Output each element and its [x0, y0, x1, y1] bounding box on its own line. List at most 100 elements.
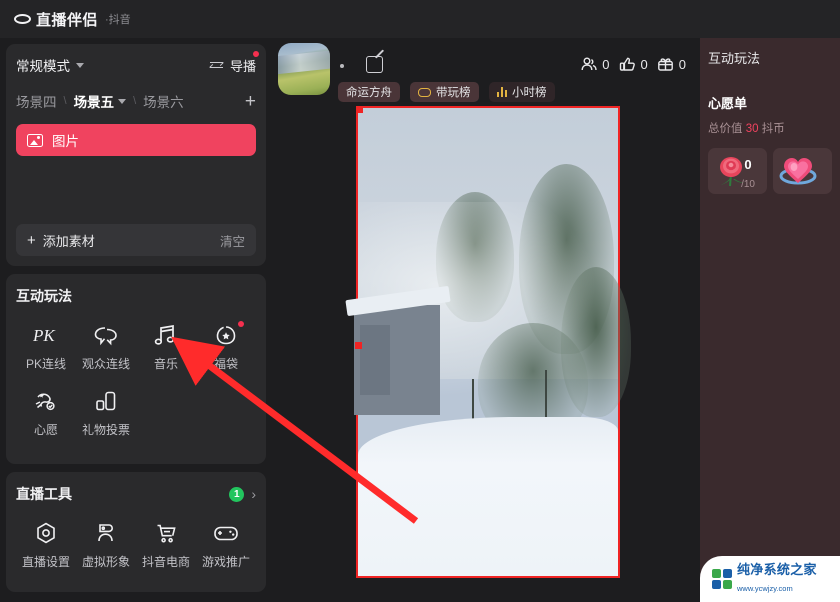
watermark-name: 纯净系统之家: [737, 562, 817, 578]
scene-panel: 常规模式 导播 场景四 \ 场景五 \ 场景六 + 图片 + 添加素材 清空: [6, 44, 266, 266]
tool-item-ecommerce[interactable]: 抖音电商: [136, 520, 196, 570]
wish-icon: [33, 388, 59, 414]
audience-link-icon: [93, 322, 119, 348]
play-item-music[interactable]: 音乐: [136, 322, 196, 372]
mode-row: 常规模式 导播: [16, 50, 259, 76]
image-icon: [27, 133, 43, 147]
chevron-right-icon: ›: [251, 486, 256, 502]
scene-tabs: 场景四 \ 场景五 \ 场景六 +: [16, 90, 256, 112]
live-tools-header: 直播工具 1 ›: [16, 484, 256, 504]
watermark-text: 纯净系统之家 www.ycwjzy.com: [737, 562, 817, 596]
resize-handle-top-left[interactable]: [356, 106, 363, 113]
settings-hex-icon: [34, 520, 58, 546]
title-bar: 直播伴侣 ·抖音: [0, 0, 840, 38]
live-tools-title: 直播工具: [16, 486, 72, 502]
tool-item-label: 抖音电商: [141, 555, 190, 569]
resize-handle-middle-left[interactable]: [355, 342, 362, 349]
gift-current: 0: [744, 157, 752, 172]
swap-arrows-icon: [209, 59, 225, 72]
wishlist-gifts: 0 /10: [708, 148, 832, 194]
shopping-cart-icon: [154, 520, 178, 546]
total-value-suffix: 抖币: [761, 123, 785, 135]
stat-gifts: 0: [657, 56, 686, 72]
gift-box-icon: [657, 58, 673, 71]
tag-play-rank[interactable]: 带玩榜: [410, 82, 479, 102]
viewers-icon: [581, 57, 597, 71]
plus-icon: +: [27, 231, 36, 249]
tool-item-game-promo[interactable]: 游戏推广: [196, 520, 256, 570]
wishlist-total-value: 总价值 30 抖币: [708, 120, 832, 136]
mode-selector[interactable]: 常规模式: [16, 55, 84, 75]
gift-progress: 0 /10: [741, 156, 755, 192]
bar-chart-icon: [496, 87, 507, 97]
gift-card-rose[interactable]: 0 /10: [708, 148, 767, 194]
stat-value: 0: [678, 56, 686, 72]
tag-hour-rank[interactable]: 小时榜: [488, 82, 555, 102]
stat-viewers: 0: [580, 56, 610, 72]
scene-tab-2[interactable]: 场景五: [74, 91, 115, 111]
interactive-play-grid: PK PK连线 观众连线 音乐 福袋 心愿 礼物投票: [16, 321, 256, 438]
clear-button[interactable]: 清空: [220, 231, 245, 250]
director-button[interactable]: 导播: [209, 50, 259, 75]
lucky-bag-badge-dot: [238, 321, 244, 327]
play-item-label: 音乐: [153, 357, 178, 371]
interactive-play-title: 互动玩法: [16, 288, 72, 304]
director-label: 导播: [229, 58, 256, 74]
play-item-wish[interactable]: 心愿: [16, 388, 76, 438]
tool-item-label: 游戏推广: [201, 555, 250, 569]
watermark-logo-icon: [712, 569, 732, 589]
stream-tags: 命运方舟 带玩榜 小时榜: [338, 82, 555, 102]
watermark-url: www.ycwjzy.com: [737, 584, 793, 593]
play-item-lucky-bag[interactable]: 福袋: [196, 321, 256, 372]
add-source-button[interactable]: + 添加素材: [27, 231, 95, 250]
live-tools-panel: 直播工具 1 › 直播设置 虚拟形象 抖音电商 游戏推广: [6, 472, 266, 592]
interactive-play-panel: 互动玩法 PK PK连线 观众连线 音乐 福袋 心愿 礼物投票: [6, 274, 266, 464]
preview-house: [354, 304, 440, 415]
gift-card-heart[interactable]: [773, 148, 832, 194]
stat-value: 0: [640, 56, 648, 72]
preview-snowfield: [358, 416, 618, 576]
tool-item-avatar[interactable]: 虚拟形象: [76, 520, 136, 570]
play-item-gift-vote[interactable]: 礼物投票: [76, 388, 136, 438]
play-item-pk[interactable]: PK PK连线: [16, 322, 76, 372]
total-value-number: 30: [745, 123, 759, 135]
video-preview[interactable]: [354, 106, 631, 578]
thumbs-up-icon: [619, 57, 635, 71]
scene-chevron-down-icon[interactable]: [118, 98, 127, 104]
add-source-bar[interactable]: + 添加素材 清空: [16, 224, 256, 256]
source-item-image[interactable]: 图片: [16, 124, 256, 156]
left-sidebar: 常规模式 导播 场景四 \ 场景五 \ 场景六 + 图片 + 添加素材 清空 互…: [0, 38, 272, 602]
tag-label: 带玩榜: [436, 87, 471, 99]
source-item-label: 图片: [52, 134, 79, 149]
tag-label: 命运方舟: [346, 87, 392, 99]
live-tools-grid: 直播设置 虚拟形象 抖音电商 游戏推广: [16, 520, 256, 570]
live-tools-expand[interactable]: 1 ›: [229, 486, 256, 502]
scene-tab-1[interactable]: 场景四: [16, 91, 57, 111]
add-source-label: 添加素材: [42, 233, 95, 249]
scene-divider: \: [63, 95, 67, 107]
app-platform-label: ·抖音: [105, 14, 131, 26]
avatar[interactable]: [278, 43, 330, 95]
status-dot: [340, 64, 344, 68]
edit-pencil-icon[interactable]: [366, 56, 383, 73]
app-title: 直播伴侣: [36, 11, 99, 29]
plus-icon-add-scene[interactable]: +: [245, 92, 256, 111]
wishlist-title: 心愿单: [708, 96, 748, 111]
scene-tab-3[interactable]: 场景六: [143, 91, 184, 111]
play-item-audience-link[interactable]: 观众连线: [76, 322, 136, 372]
tool-item-live-settings[interactable]: 直播设置: [16, 520, 76, 570]
live-tools-badge: 1: [229, 486, 245, 502]
stat-value: 0: [602, 56, 610, 72]
gamepad-icon: [418, 87, 431, 97]
gift-target: /10: [741, 179, 755, 190]
gift-vote-icon: [94, 388, 118, 414]
tag-game-title[interactable]: 命运方舟: [338, 82, 400, 102]
stream-stats: 0 0 0: [580, 56, 686, 72]
stat-likes: 0: [619, 56, 648, 72]
mode-label: 常规模式: [16, 59, 70, 74]
interactive-play-header: 互动玩法: [16, 286, 256, 306]
pk-icon: PK: [33, 322, 59, 348]
right-panel-title: 互动玩法: [708, 51, 761, 66]
heart-icon: [779, 158, 817, 185]
tag-label: 小时榜: [512, 87, 547, 99]
